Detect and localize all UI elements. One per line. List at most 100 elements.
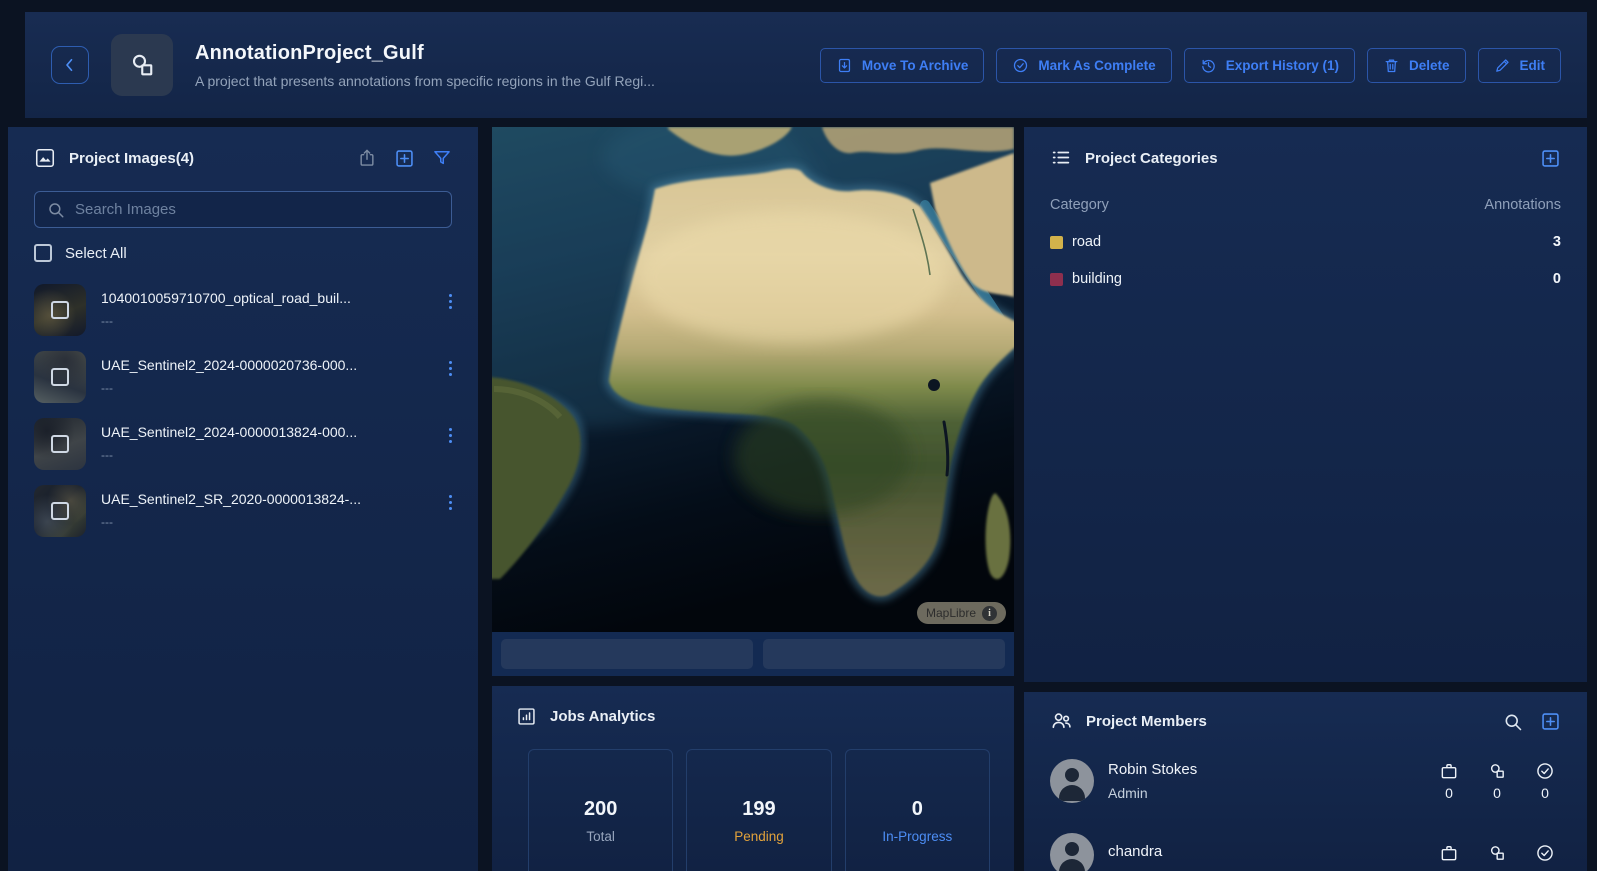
annotation-icon (1490, 846, 1504, 860)
image-list-item[interactable]: UAE_Sentinel2_2024-0000013824-000... --- (34, 418, 452, 470)
map-view[interactable]: MapLibre i (492, 127, 1014, 632)
button-label: Edit (1519, 57, 1546, 73)
filter-images-button[interactable] (432, 148, 452, 168)
image-meta: --- (101, 381, 113, 395)
info-icon[interactable]: i (982, 605, 997, 621)
categories-panel-title: Project Categories (1085, 149, 1218, 167)
button-label: Export History (1) (1225, 57, 1339, 73)
member-role: Admin (1108, 785, 1148, 801)
image-list-item[interactable]: UAE_Sentinel2_2024-0000020736-000... --- (34, 351, 452, 403)
member-stats (1433, 843, 1561, 867)
member-row[interactable]: chandra (1050, 833, 1561, 871)
edit-button[interactable]: Edit (1477, 47, 1561, 83)
category-row[interactable]: building 0 (1050, 271, 1561, 287)
image-name: UAE_Sentinel2_2024-0000013824-000... (101, 424, 358, 440)
jobs-panel-title: Jobs Analytics (550, 708, 656, 725)
image-list-item[interactable]: UAE_Sentinel2_SR_2020-0000013824-... --- (34, 485, 452, 537)
search-members-button[interactable] (1503, 712, 1523, 732)
image-meta: --- (101, 515, 113, 529)
button-label: Move To Archive (861, 57, 969, 73)
search-images-input[interactable] (75, 201, 439, 218)
select-all-checkbox[interactable] (34, 244, 52, 262)
annotation-project-icon (132, 54, 153, 76)
page-subtitle: A project that presents annotations from… (195, 72, 655, 89)
map-attribution[interactable]: MapLibre i (916, 602, 1006, 624)
image-meta: --- (101, 314, 113, 328)
image-checkbox[interactable] (51, 301, 69, 319)
search-icon (1505, 714, 1522, 730)
stat-label: In-Progress (882, 829, 953, 844)
category-annotation-count: 0 (1552, 271, 1561, 287)
check-circle-icon (1014, 58, 1028, 72)
category-color-chip (1050, 272, 1063, 286)
move-to-archive-button[interactable]: Move To Archive (819, 47, 985, 83)
image-thumbnail (34, 485, 86, 537)
image-menu-button[interactable] (449, 418, 452, 443)
search-icon (49, 202, 64, 217)
stat-value: 200 (583, 798, 618, 820)
stat-value: 0 (911, 798, 923, 820)
project-images-panel: Project Images(4) Select All (8, 127, 478, 871)
member-row[interactable]: Robin Stokes Admin 0 0 0 (1050, 759, 1561, 803)
member-name: Robin Stokes (1108, 761, 1198, 778)
category-column-header: Category (1050, 197, 1109, 213)
image-name: UAE_Sentinel2_SR_2020-0000013824-... (101, 491, 361, 507)
category-name: road (1072, 234, 1102, 250)
image-menu-button[interactable] (449, 351, 452, 376)
annotation-icon (1490, 764, 1504, 778)
image-name: UAE_Sentinel2_2024-0000020736-000... (101, 357, 358, 373)
stat-card-total: 200 Total (528, 749, 674, 871)
app-root: AnnotationProject_Gulf A project that pr… (0, 0, 1597, 871)
select-all-row[interactable]: Select All (34, 244, 452, 262)
check-circle-icon (1537, 845, 1553, 861)
image-thumbnail (34, 418, 86, 470)
archive-down-icon (838, 58, 850, 72)
image-menu-button[interactable] (449, 284, 452, 309)
image-meta: --- (101, 448, 113, 462)
share-icon (360, 149, 374, 166)
button-label: Delete (1408, 57, 1450, 73)
member-name: chandra (1108, 843, 1163, 860)
briefcase-icon (1441, 846, 1457, 861)
image-search-box (34, 191, 452, 228)
stat-value: 199 (742, 798, 776, 820)
image-list-item[interactable]: 1040010059710700_optical_road_buil... --… (34, 284, 452, 336)
images-panel-title: Project Images(4) (69, 149, 195, 167)
image-icon (35, 148, 55, 168)
category-row[interactable]: road 3 (1050, 234, 1561, 250)
header-actions: Move To Archive Mark As Complete Export … (819, 47, 1561, 83)
briefcase-icon (1441, 764, 1457, 779)
list-icon (1052, 151, 1070, 164)
add-category-button[interactable] (1540, 148, 1561, 169)
button-label: Mark As Complete (1038, 57, 1156, 73)
export-images-button[interactable] (357, 148, 377, 168)
add-member-button[interactable] (1540, 711, 1561, 732)
project-categories-panel: Project Categories Category Annotations … (1024, 127, 1587, 682)
categories-table-header: Category Annotations (1050, 197, 1561, 213)
annotations-column-header: Annotations (1484, 197, 1561, 213)
check-circle-icon (1537, 763, 1553, 779)
export-history-button[interactable]: Export History (1) (1183, 47, 1355, 83)
map-card: MapLibre i (492, 127, 1014, 676)
image-checkbox[interactable] (51, 502, 69, 520)
page-title: AnnotationProject_Gulf (195, 41, 424, 64)
category-name: building (1072, 271, 1122, 287)
member-completed-count: 0 (1541, 785, 1549, 801)
category-color-chip (1050, 235, 1063, 249)
jobs-stats: 200 Total 199 Pending 0 In-Progress (516, 749, 990, 871)
category-annotation-count: 3 (1552, 234, 1561, 250)
image-checkbox[interactable] (51, 435, 69, 453)
stat-card-in-progress: 0 In-Progress (844, 749, 990, 871)
back-button[interactable] (51, 46, 89, 84)
map-toolbar-slot-1[interactable] (501, 639, 753, 669)
map-toolbar-slot-2[interactable] (763, 639, 1005, 669)
add-image-button[interactable] (394, 148, 415, 169)
mark-as-complete-button[interactable]: Mark As Complete (996, 47, 1172, 83)
stat-label: Total (586, 829, 615, 844)
delete-button[interactable]: Delete (1366, 47, 1466, 83)
people-icon (1052, 713, 1071, 729)
image-checkbox[interactable] (51, 368, 69, 386)
attribution-label: MapLibre (925, 606, 976, 620)
image-thumbnail (34, 284, 86, 336)
image-menu-button[interactable] (449, 485, 452, 510)
